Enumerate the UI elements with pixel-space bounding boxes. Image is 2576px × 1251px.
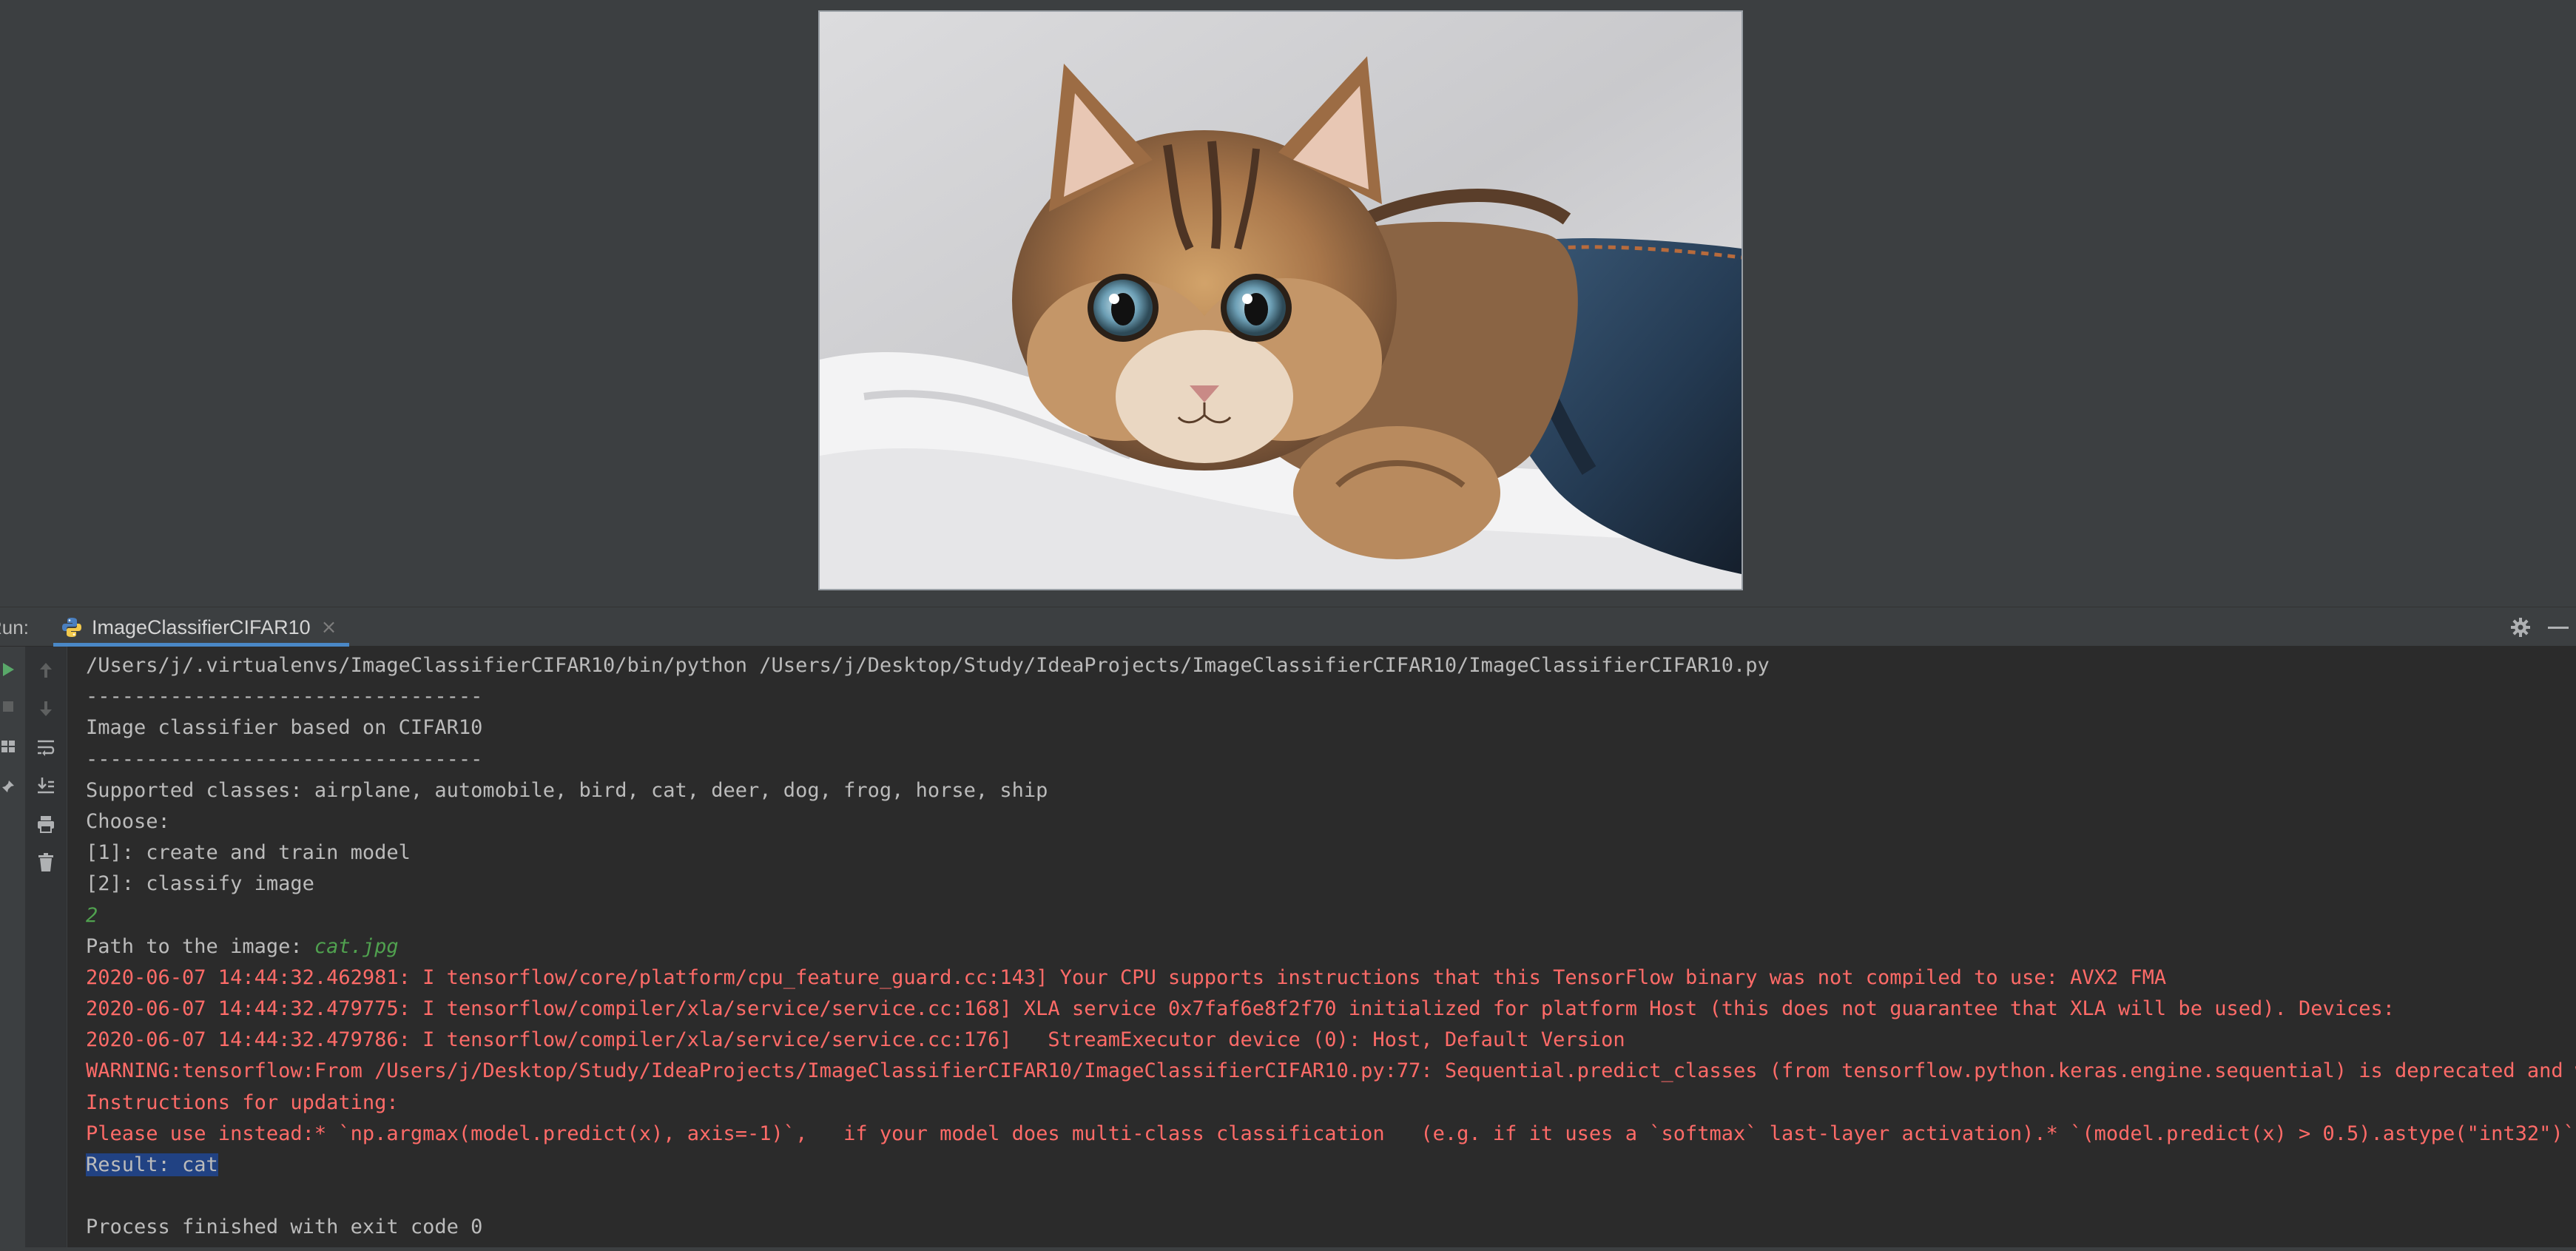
console-line-separator: --------------------------------- — [86, 747, 483, 771]
tab-title: ImageClassifierCIFAR10 — [92, 616, 311, 638]
stop-icon[interactable] — [0, 697, 16, 716]
run-tool-window-header: Run: ImageClassifierCIFAR10 × — [0, 607, 2576, 647]
console-user-input-choice: 2 — [86, 903, 98, 927]
console-line-path-prompt: Path to the image: cat.jpg — [86, 931, 2576, 962]
console-line-stderr: Please use instead:* `np.argmax(model.pr… — [86, 1122, 2576, 1145]
left-action-strip — [0, 647, 25, 1247]
console-line-warning: WARNING:tensorflow:From /Users/j/Desktop… — [86, 1059, 2576, 1083]
console-line-classes: Supported classes: airplane, automobile,… — [86, 778, 1048, 802]
python-icon — [62, 618, 81, 637]
tab-image-classifier[interactable]: ImageClassifierCIFAR10 × — [53, 607, 349, 647]
run-console-panel: /Users/j/.virtualenvs/ImageClassifierCIF… — [0, 647, 2576, 1247]
print-icon[interactable] — [34, 812, 58, 836]
minimize-icon[interactable] — [2548, 627, 2569, 629]
console-line-exit: Process finished with exit code 0 — [86, 1215, 483, 1239]
scroll-to-end-icon[interactable] — [34, 774, 58, 798]
soft-wrap-icon[interactable] — [34, 735, 58, 759]
console-line-stderr: 2020-06-07 14:44:32.479786: I tensorflow… — [86, 1028, 1625, 1052]
console-toolbar — [25, 647, 67, 1247]
cat-photo — [818, 10, 1743, 590]
gear-icon[interactable] — [2510, 617, 2531, 638]
console-line-command: /Users/j/.virtualenvs/ImageClassifierCIF… — [86, 654, 1770, 677]
close-icon[interactable]: × — [321, 616, 337, 638]
rerun-icon[interactable] — [0, 660, 16, 679]
console-line-stderr: Instructions for updating: — [86, 1090, 399, 1114]
down-arrow-icon[interactable] — [34, 697, 58, 721]
pin-icon[interactable] — [0, 777, 16, 796]
console-line-stderr: 2020-06-07 14:44:32.479775: I tensorflow… — [86, 997, 2395, 1021]
console-line-header: Image classifier based on CIFAR10 — [86, 716, 483, 740]
console-output[interactable]: /Users/j/.virtualenvs/ImageClassifierCIF… — [86, 647, 2576, 1251]
console-line-option-1: [1]: create and train model — [86, 841, 411, 865]
console-line-separator: --------------------------------- — [86, 685, 483, 709]
console-line-result[interactable]: Result: cat — [86, 1150, 2576, 1181]
run-label: Run: — [0, 616, 29, 638]
console-user-input-path: cat.jpg — [314, 934, 399, 958]
console-line-stderr: 2020-06-07 14:44:32.462981: I tensorflow… — [86, 965, 2167, 989]
cat-photo-drawing — [820, 12, 1742, 589]
up-arrow-icon[interactable] — [34, 658, 58, 682]
console-line-option-2: [2]: classify image — [86, 872, 314, 896]
trash-icon[interactable] — [34, 851, 58, 874]
path-prompt-label: Path to the image: — [86, 934, 314, 958]
result-selection[interactable]: Result: cat — [86, 1153, 218, 1176]
console-line-choose: Choose: — [86, 809, 170, 833]
layout-icon[interactable] — [0, 737, 16, 756]
image-viewer — [0, 0, 2576, 607]
